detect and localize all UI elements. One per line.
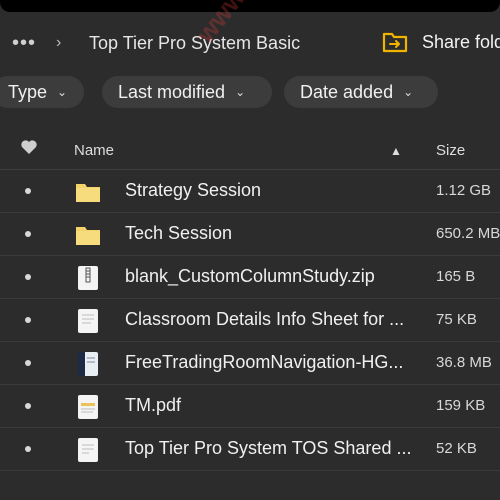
file-name: Classroom Details Info Sheet for ... [125,309,405,329]
folder-icon [76,184,100,202]
pdf-file-icon [78,395,98,419]
file-name: TM.pdf [125,395,182,415]
last-modified-filter[interactable]: Last modified ⌄ [102,76,272,108]
chevron-down-icon: ⌄ [235,85,246,99]
favorite-dot[interactable] [25,317,31,323]
breadcrumb: ••• › Top Tier Pro System Basic Share fo… [0,26,500,62]
file-size: 159 KB [436,397,486,414]
table-row[interactable]: Top Tier Pro System TOS Shared ... 52 KB [0,428,500,471]
size-column-header[interactable]: Size [436,142,465,159]
file-name: FreeTradingRoomNavigation-HG... [125,352,404,372]
zip-file-icon [78,266,98,290]
file-name: Top Tier Pro System TOS Shared ... [125,438,412,458]
type-filter[interactable]: Type ⌄ [0,76,84,108]
file-size: 36.8 MB [436,354,492,371]
file-size: 650.2 MB [436,225,500,242]
table-row[interactable]: Strategy Session 1.12 GB [0,170,500,213]
table-row[interactable]: FreeTradingRoomNavigation-HG... 36.8 MB [0,342,500,385]
file-name: Strategy Session [125,180,262,200]
file-size: 1.12 GB [436,182,492,199]
file-size: 165 B [436,268,476,285]
more-dots-icon[interactable]: ••• [12,33,36,53]
share-folder-button[interactable]: Share folder [382,31,500,53]
favorite-dot[interactable] [25,360,31,366]
type-filter-label: Type [8,81,48,102]
table-header: Name ▲ Size [0,128,500,170]
top-bar [0,0,500,12]
breadcrumb-separator: › [56,34,62,51]
chevron-up-icon[interactable]: ▲ [390,144,402,158]
date-added-filter[interactable]: Date added ⌄ [284,76,438,108]
file-size: 52 KB [436,440,477,457]
file-name: Tech Session [125,223,233,243]
chevron-down-icon: ⌄ [403,85,414,99]
document-icon [78,309,98,333]
chevron-down-icon: ⌄ [57,85,68,99]
file-list: Strategy Session 1.12 GB Tech Session 65… [0,170,500,471]
favorite-dot[interactable] [25,188,31,194]
favorite-dot[interactable] [25,231,31,237]
table-row[interactable]: Classroom Details Info Sheet for ... 75 … [0,299,500,342]
folder-icon [76,227,100,245]
favorite-dot[interactable] [25,446,31,452]
file-size: 75 KB [436,311,477,328]
table-row[interactable]: TM.pdf 159 KB [0,385,500,428]
table-row[interactable]: Tech Session 650.2 MB [0,213,500,256]
video-file-icon [78,352,98,376]
file-name: blank_CustomColumnStudy.zip [125,266,375,286]
share-folder-label: Share folder [422,31,500,52]
share-folder-icon [382,32,408,53]
table-row[interactable]: blank_CustomColumnStudy.zip 165 B [0,256,500,299]
page-title: Top Tier Pro System Basic [89,33,301,53]
date-added-filter-label: Date added [300,81,394,102]
favorite-dot[interactable] [25,274,31,280]
heart-icon[interactable] [20,138,38,156]
last-modified-filter-label: Last modified [118,81,226,102]
filter-bar: Type ⌄ Last modified ⌄ Date added ⌄ [0,76,500,108]
favorite-dot[interactable] [25,403,31,409]
name-column-header[interactable]: Name [74,142,114,159]
document-icon [78,438,98,462]
